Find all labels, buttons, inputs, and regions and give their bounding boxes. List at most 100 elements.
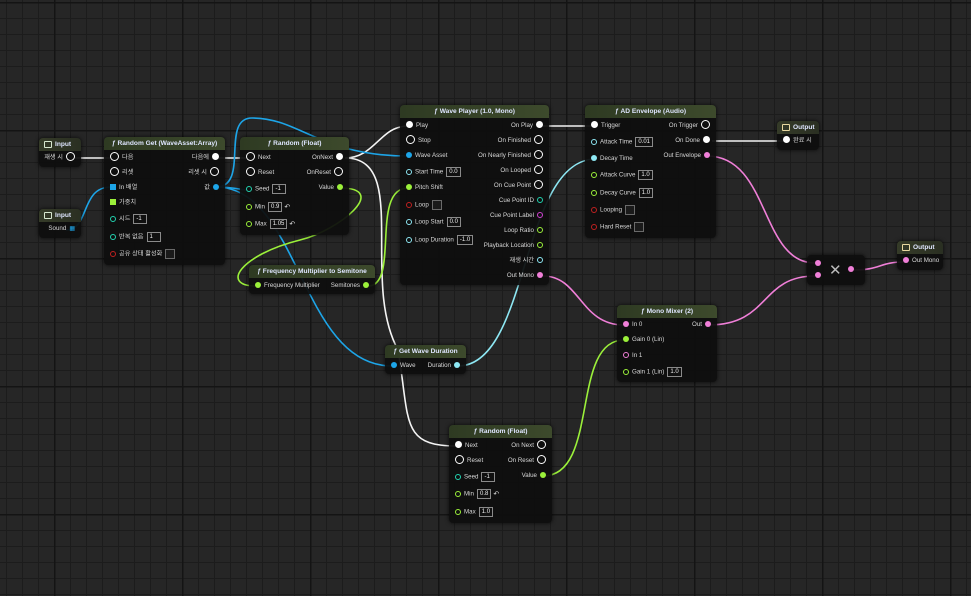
input-pin-trigger[interactable]: Trigger xyxy=(591,121,620,131)
output-pin-cue-point-label[interactable]: Cue Point Label xyxy=(490,211,543,221)
input-pin-weight[interactable]: 가중치 xyxy=(110,198,136,208)
input-pin-loop-start[interactable]: Loop Start 0.0 xyxy=(406,217,461,227)
output-pin-on-nearly-finished[interactable]: On Nearly Finished xyxy=(478,150,543,161)
multiply-node[interactable]: ✕ xyxy=(807,255,865,285)
output-pin-value[interactable]: 값 xyxy=(204,183,219,193)
output-pin-out-mono[interactable]: Out Mono xyxy=(507,271,543,281)
output-pin-on-cue-point[interactable]: On Cue Point xyxy=(494,180,543,191)
random-float-node[interactable]: ƒ Random (Float) Next Reset Seed -1 Min 0.9… xyxy=(240,137,349,235)
input-pin-in1[interactable]: In 1 xyxy=(623,351,642,361)
input-pin-loop-duration[interactable]: Loop Duration -1.0 xyxy=(406,235,474,245)
input-pin-looping[interactable]: Looping xyxy=(591,205,636,215)
attack-time-field[interactable]: 0.01 xyxy=(635,137,654,147)
input-node-sound[interactable]: Input Sound ▦ xyxy=(39,209,81,238)
output-pin-loop-ratio[interactable]: Loop Ratio xyxy=(504,226,543,236)
no-repeat-field[interactable]: 1 xyxy=(146,232,161,242)
frequency-multiplier-node[interactable]: ƒ Frequency Multiplier to Semitone Freque… xyxy=(249,265,375,294)
get-wave-duration-node[interactable]: ƒ Get Wave Duration Wave Duration xyxy=(385,345,466,374)
input-pin-out-mono[interactable]: Out Mono xyxy=(903,256,939,266)
loop-duration-field[interactable]: -1.0 xyxy=(456,235,474,245)
start-time-field[interactable]: 0.0 xyxy=(446,167,461,177)
output-pin-on-play[interactable]: On Play xyxy=(511,121,543,131)
output-pin-on-next[interactable]: On Next xyxy=(511,440,546,451)
random-get-node[interactable]: ƒ Random Get (WaveAsset:Array) 다음 리셋 In 배… xyxy=(104,137,225,265)
input-node-play[interactable]: Input 재생 시 xyxy=(39,138,81,167)
output-pin-play[interactable]: 재생 시 xyxy=(44,152,75,163)
output-pin-on-looped[interactable]: On Looped xyxy=(500,165,543,176)
output-pin-out[interactable]: Out xyxy=(692,320,711,330)
ad-envelope-node[interactable]: ƒ AD Envelope (Audio) Trigger Attack Time… xyxy=(585,105,716,238)
gain1-field[interactable]: 1.0 xyxy=(667,367,682,377)
seed-field[interactable]: -1 xyxy=(481,472,496,482)
input-pin-seed[interactable]: Seed -1 xyxy=(455,472,496,482)
input-pin-loop[interactable]: Loop xyxy=(406,200,442,210)
output-pin-on-reset[interactable]: On Reset xyxy=(508,455,546,466)
loop-checkbox[interactable] xyxy=(431,200,442,210)
max-field[interactable]: 1.0 xyxy=(478,507,494,517)
output-pin-semitones[interactable]: Semitones xyxy=(331,281,369,291)
output-pin-duration[interactable]: Duration xyxy=(428,361,460,371)
input-pin-pitch-shift[interactable]: Pitch Shift xyxy=(406,183,443,193)
output-pin-on-finished[interactable]: On Finished xyxy=(498,135,543,146)
input-pin-gain1[interactable]: Gain 1 (Lin) 1.0 xyxy=(623,367,682,377)
input-pin-finished[interactable]: 완료 시 xyxy=(783,136,812,146)
output-pin-on-trigger[interactable]: On Trigger xyxy=(669,120,710,131)
reset-arrow-icon[interactable]: ↶ xyxy=(284,204,290,211)
output-node-out-mono[interactable]: Output Out Mono xyxy=(897,241,943,270)
wave-player-node[interactable]: ƒ Wave Player (1.0, Mono) Play Stop Wave … xyxy=(400,105,549,285)
input-pin-shared-state[interactable]: 공유 상태 활성화 xyxy=(110,249,176,259)
output-pin-on-done[interactable]: On Done xyxy=(675,136,710,146)
seed-field[interactable]: -1 xyxy=(133,214,148,224)
input-pin-max[interactable]: Max 1.05 ↶ xyxy=(246,219,295,229)
output-pin-cue-point-id[interactable]: Cue Point ID xyxy=(499,196,543,206)
loop-start-field[interactable]: 0.0 xyxy=(446,217,461,227)
input-pin-max[interactable]: Max 1.0 xyxy=(455,507,494,517)
input-pin-wave-asset[interactable]: Wave Asset xyxy=(406,151,447,161)
seed-field[interactable]: -1 xyxy=(272,184,287,194)
input-pin-start-time[interactable]: Start Time 0.0 xyxy=(406,167,461,177)
input-pin-reset[interactable]: 리셋 xyxy=(110,167,133,178)
input-pin-play[interactable]: Play xyxy=(406,121,428,131)
mono-mixer-node[interactable]: ƒ Mono Mixer (2) In 0 Gain 0 (Lin) In 1 G… xyxy=(617,305,717,382)
reset-arrow-icon[interactable]: ↶ xyxy=(289,221,295,228)
input-pin-stop[interactable]: Stop xyxy=(406,135,431,146)
input-pin-reset[interactable]: Reset xyxy=(246,167,274,178)
input-pin-seed[interactable]: Seed -1 xyxy=(246,184,287,194)
input-pin-next[interactable]: Next xyxy=(246,152,271,163)
random-float-node-2[interactable]: ƒ Random (Float) Next Reset Seed -1 Min 0.8… xyxy=(449,425,552,523)
input-pin-seed[interactable]: 시드 -1 xyxy=(110,214,148,224)
input-pin-wave[interactable]: Wave xyxy=(391,361,416,371)
input-pin-array[interactable]: In 배열 xyxy=(110,183,137,193)
max-field[interactable]: 1.05 xyxy=(269,219,288,229)
reset-arrow-icon[interactable]: ↶ xyxy=(493,491,499,498)
output-node-finished[interactable]: Output 완료 시 xyxy=(777,121,819,150)
attack-curve-field[interactable]: 1.0 xyxy=(638,170,653,180)
hard-reset-checkbox[interactable] xyxy=(634,222,645,232)
output-pin-value[interactable]: Value xyxy=(522,471,546,481)
input-pin-frequency[interactable]: Frequency Multiplier xyxy=(255,281,320,291)
min-field[interactable]: 0.9 xyxy=(267,202,283,212)
output-pin-sound[interactable]: Sound ▦ xyxy=(48,224,75,234)
output-pin-reset[interactable]: 리셋 시 xyxy=(188,167,219,178)
input-pin-next[interactable]: 다음 xyxy=(110,152,133,163)
output-pin-play-time[interactable]: 재생 시간 xyxy=(510,256,543,266)
output-pin-out-envelope[interactable]: Out Envelope xyxy=(664,151,710,161)
output-pin-on-reset[interactable]: OnReset xyxy=(307,167,343,178)
input-pin-attack-curve[interactable]: Attack Curve 1.0 xyxy=(591,170,653,180)
input-pin-min[interactable]: Min 0.8 ↶ xyxy=(455,489,499,499)
input-pin-min[interactable]: Min 0.9 ↶ xyxy=(246,202,290,212)
output-pin-on-next[interactable]: OnNext xyxy=(312,153,343,163)
decay-curve-field[interactable]: 1.0 xyxy=(638,188,654,198)
input-pin-no-repeat[interactable]: 반복 없음 1 xyxy=(110,232,161,242)
looping-checkbox[interactable] xyxy=(625,205,636,215)
input-pin-attack-time[interactable]: Attack Time 0.01 xyxy=(591,137,654,147)
output-pin-playback-location[interactable]: Playback Location xyxy=(484,241,543,251)
input-pin-next[interactable]: Next xyxy=(455,441,478,451)
input-pin-hard-reset[interactable]: Hard Reset xyxy=(591,222,645,232)
input-pin-decay-curve[interactable]: Decay Curve 1.0 xyxy=(591,188,654,198)
input-pin-decay-time[interactable]: Decay Time xyxy=(591,154,633,164)
input-pin-in0[interactable]: In 0 xyxy=(623,320,642,330)
output-pin-value[interactable]: Value xyxy=(319,183,343,193)
shared-state-checkbox[interactable] xyxy=(165,249,176,259)
input-pin-reset[interactable]: Reset xyxy=(455,455,483,466)
